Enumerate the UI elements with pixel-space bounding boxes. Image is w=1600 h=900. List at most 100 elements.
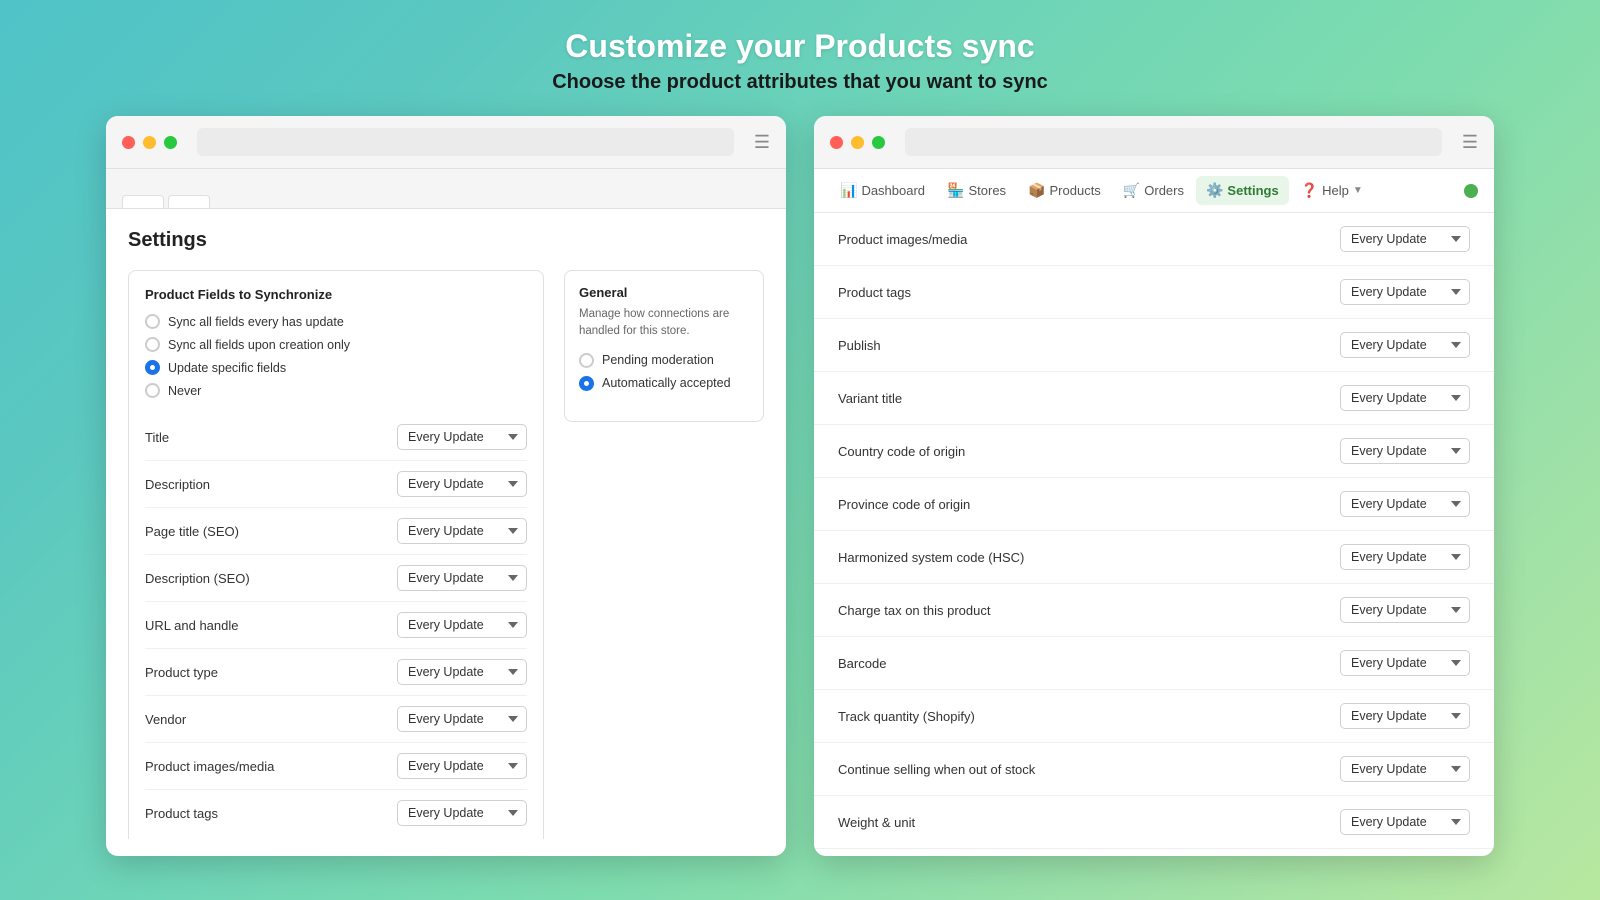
right-field-row-12: Fulfillment ServiceEvery UpdateUpdate Ev…: [814, 849, 1494, 853]
left-field-select-8[interactable]: Every UpdateUpdate EveryNeverCreation On…: [397, 800, 527, 826]
nav-settings[interactable]: ⚙️ Settings: [1196, 176, 1289, 205]
right-hamburger-icon[interactable]: ☰: [1462, 132, 1478, 153]
right-field-select-6[interactable]: Every UpdateUpdate EveryNeverCreation On…: [1340, 544, 1470, 570]
radio-sync-all-update[interactable]: Sync all fields every has update: [145, 314, 527, 329]
right-field-row-3: Variant title Every UpdateUpdate EveryNev…: [814, 372, 1494, 425]
left-field-label-4: URL and handle: [145, 618, 238, 633]
right-field-row-11: Weight & unit Every UpdateUpdate EveryNev…: [814, 796, 1494, 849]
left-tabs: [106, 169, 786, 209]
right-field-label-2: Publish: [838, 338, 881, 353]
right-field-row-10: Continue selling when out of stock Every …: [814, 743, 1494, 796]
left-field-select-7[interactable]: Every UpdateUpdate EveryNeverCreation On…: [397, 753, 527, 779]
right-field-select-0[interactable]: Every UpdateUpdate EveryNeverCreation On…: [1340, 226, 1470, 252]
right-field-select-7[interactable]: Every UpdateUpdate EveryNeverCreation On…: [1340, 597, 1470, 623]
left-field-select-6[interactable]: Every UpdateUpdate EveryNeverCreation On…: [397, 706, 527, 732]
nav-help[interactable]: ❓ Help ▼: [1291, 176, 1373, 205]
left-tab[interactable]: [122, 195, 164, 208]
right-field-row-8: BarcodeEvery UpdateUpdate EveryNeverCrea…: [814, 637, 1494, 690]
stores-icon: 🏪: [947, 182, 964, 199]
left-field-row-5: Product type Every UpdateUpdate EveryNeve…: [145, 649, 527, 696]
products-icon: 📦: [1028, 182, 1045, 199]
right-field-select-9[interactable]: Every UpdateUpdate EveryNeverCreation On…: [1340, 703, 1470, 729]
left-field-row-2: Page title (SEO) Every UpdateUpdate Every…: [145, 508, 527, 555]
left-field-select-3[interactable]: Every UpdateUpdate EveryNeverCreation On…: [397, 565, 527, 591]
address-bar: [197, 128, 734, 156]
dot-red[interactable]: [122, 136, 135, 149]
radio-circle-4: [145, 383, 160, 398]
left-field-select-5[interactable]: Every UpdateUpdate EveryNeverCreation On…: [397, 659, 527, 685]
right-dot-green[interactable]: [872, 136, 885, 149]
windows-container: ☰ Settings Product Fields to Synchronize: [0, 116, 1600, 856]
right-field-select-1[interactable]: Every UpdateUpdate EveryNeverCreation On…: [1340, 279, 1470, 305]
left-field-select-4[interactable]: Every UpdateUpdate EveryNeverCreation On…: [397, 612, 527, 638]
nav-dashboard[interactable]: 📊 Dashboard: [830, 176, 935, 205]
left-field-row-7: Product images/media Every UpdateUpdate E…: [145, 743, 527, 790]
right-field-label-10: Continue selling when out of stock: [838, 762, 1035, 777]
dashboard-icon: 📊: [840, 182, 857, 199]
left-field-label-6: Vendor: [145, 712, 186, 727]
dot-green[interactable]: [164, 136, 177, 149]
nav-orders[interactable]: 🛒 Orders: [1113, 176, 1194, 205]
right-field-row-5: Province code of origin Every UpdateUpdat…: [814, 478, 1494, 531]
left-field-row-4: URL and handle Every UpdateUpdate EveryNe…: [145, 602, 527, 649]
right-field-label-4: Country code of origin: [838, 444, 965, 459]
left-field-select-1[interactable]: Every UpdateUpdate EveryNeverCreation On…: [397, 471, 527, 497]
right-field-row-4: Country code of origin Every UpdateUpdate…: [814, 425, 1494, 478]
help-icon: ❓: [1301, 182, 1318, 199]
left-field-select-0[interactable]: Every UpdateUpdate EveryNeverCreation On…: [397, 424, 527, 450]
general-radio-group: Pending moderation Automatically accepte…: [579, 353, 749, 391]
left-field-label-7: Product images/media: [145, 759, 274, 774]
left-field-label-0: Title: [145, 430, 169, 445]
right-field-select-8[interactable]: Every UpdateUpdate EveryNeverCreation On…: [1340, 650, 1470, 676]
right-field-select-4[interactable]: Every UpdateUpdate EveryNeverCreation On…: [1340, 438, 1470, 464]
orders-icon: 🛒: [1123, 182, 1140, 199]
left-field-label-2: Page title (SEO): [145, 524, 239, 539]
radio-update-specific[interactable]: Update specific fields: [145, 360, 527, 375]
right-field-label-11: Weight & unit: [838, 815, 915, 830]
radio-circle-3: [145, 360, 160, 375]
right-address-bar: [905, 128, 1442, 156]
page-header: Customize your Products sync Choose the …: [552, 0, 1048, 116]
right-dot-red[interactable]: [830, 136, 843, 149]
left-field-row-0: Title Every UpdateUpdate EveryNeverCreati…: [145, 414, 527, 461]
right-titlebar: ☰: [814, 116, 1494, 169]
right-field-label-7: Charge tax on this product: [838, 603, 990, 618]
right-fields-container: Product images/mediaEvery UpdateUpdate E…: [814, 213, 1494, 853]
radio-auto-accepted[interactable]: Automatically accepted: [579, 376, 749, 391]
right-dot-yellow[interactable]: [851, 136, 864, 149]
hamburger-icon[interactable]: ☰: [754, 132, 770, 153]
left-col: Product Fields to Synchronize Sync all f…: [128, 270, 544, 839]
right-field-select-3[interactable]: Every UpdateUpdate EveryNeverCreation On…: [1340, 385, 1470, 411]
left-field-row-6: Vendor Every UpdateUpdate EveryNeverCreat…: [145, 696, 527, 743]
right-field-row-9: Track quantity (Shopify)Every UpdateUpda…: [814, 690, 1494, 743]
right-col: General Manage how connections are handl…: [564, 270, 764, 839]
left-field-label-8: Product tags: [145, 806, 218, 821]
right-nav: 📊 Dashboard 🏪 Stores 📦 Products 🛒 Orders…: [814, 169, 1494, 213]
field-rows: Title Every UpdateUpdate EveryNeverCreati…: [145, 414, 527, 836]
right-field-select-10[interactable]: Every UpdateUpdate EveryNeverCreation On…: [1340, 756, 1470, 782]
right-field-table: Product images/mediaEvery UpdateUpdate E…: [814, 213, 1494, 853]
dot-yellow[interactable]: [143, 136, 156, 149]
right-field-row-7: Charge tax on this product Every UpdateUp…: [814, 584, 1494, 637]
right-field-label-3: Variant title: [838, 391, 902, 406]
left-field-label-1: Description: [145, 477, 210, 492]
nav-stores[interactable]: 🏪 Stores: [937, 176, 1016, 205]
radio-never[interactable]: Never: [145, 383, 527, 398]
right-field-select-2[interactable]: Every UpdateUpdate EveryNeverCreation On…: [1340, 332, 1470, 358]
nav-products[interactable]: 📦 Products: [1018, 176, 1111, 205]
right-field-select-11[interactable]: Every UpdateUpdate EveryNeverCreation On…: [1340, 809, 1470, 835]
right-field-label-1: Product tags: [838, 285, 911, 300]
left-field-row-8: Product tags Every UpdateUpdate EveryNeve…: [145, 790, 527, 836]
left-settings-content: Settings Product Fields to Synchronize S…: [106, 209, 786, 839]
left-field-label-5: Product type: [145, 665, 218, 680]
radio-sync-creation[interactable]: Sync all fields upon creation only: [145, 337, 527, 352]
right-field-row-2: Publish Every UpdateUpdate EveryNeverCrea…: [814, 319, 1494, 372]
left-tab-2[interactable]: [168, 195, 210, 208]
page-title: Customize your Products sync: [552, 28, 1048, 65]
left-field-row-1: Description Every UpdateUpdate EveryNever…: [145, 461, 527, 508]
left-field-select-2[interactable]: Every UpdateUpdate EveryNeverCreation On…: [397, 518, 527, 544]
right-field-label-5: Province code of origin: [838, 497, 970, 512]
radio-pending[interactable]: Pending moderation: [579, 353, 749, 368]
left-field-row-3: Description (SEO)Every UpdateUpdate Ever…: [145, 555, 527, 602]
right-field-select-5[interactable]: Every UpdateUpdate EveryNeverCreation On…: [1340, 491, 1470, 517]
